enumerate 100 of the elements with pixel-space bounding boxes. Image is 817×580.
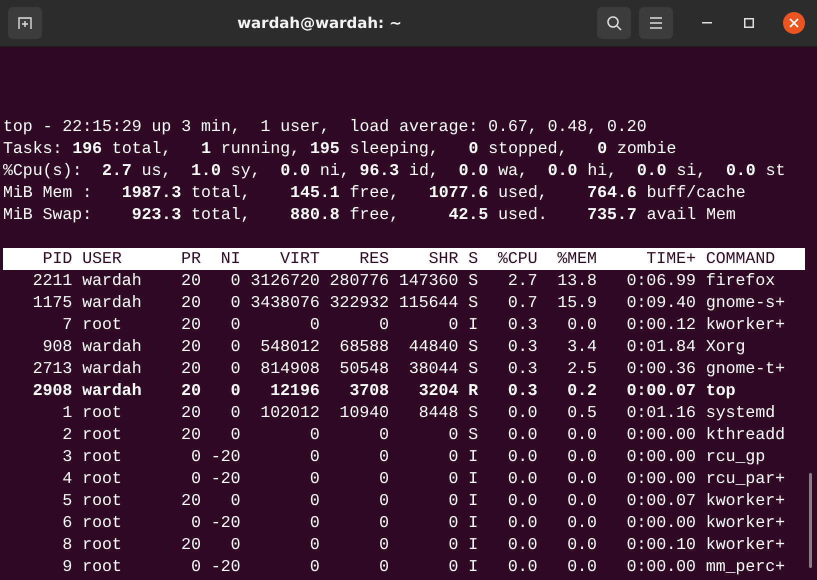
table-cell: 280776 <box>330 270 390 292</box>
table-cell-text: 0:09.40 <box>626 292 696 314</box>
column-header: VIRT <box>279 248 320 270</box>
table-cell-text: wardah <box>82 270 143 292</box>
table-cell-text: rcu_gp <box>706 446 766 468</box>
table-cell-text: 1 <box>61 402 72 424</box>
column-header: PID <box>42 248 72 270</box>
table-cell-text: 4 <box>61 468 72 490</box>
table-cell-text: 0.0 <box>506 468 538 490</box>
table-cell-text: 0 <box>308 468 320 490</box>
table-cell-text: 0 <box>308 446 320 468</box>
table-cell-text: 20 <box>180 380 201 402</box>
table-cell-text: 0.0 <box>566 534 597 556</box>
table-cell-text: 0:00.07 <box>626 380 696 402</box>
table-cell-text: 548012 <box>259 336 320 358</box>
table-cell: I <box>468 534 478 556</box>
table-cell-text: kworker+ <box>706 534 786 556</box>
table-cell: I <box>468 556 478 578</box>
minimize-icon <box>702 22 712 24</box>
table-cell-text: 0:00.12 <box>626 314 696 336</box>
table-cell-text: 0.0 <box>566 446 597 468</box>
table-cell-text: 0 <box>447 534 458 556</box>
table-cell: -20 <box>210 446 241 468</box>
table-cell: R <box>468 380 478 402</box>
table-cell-text: 908 <box>42 336 72 358</box>
column-header: NI <box>220 248 241 270</box>
table-cell-text: 2 <box>61 424 72 446</box>
table-cell-text: 0.3 <box>506 336 538 358</box>
table-cell-text: 0:01.16 <box>626 402 696 424</box>
table-cell-text: 0.7 <box>506 292 538 314</box>
table-cell-text: 0 <box>378 556 390 578</box>
table-cell-text: kworker+ <box>706 490 786 512</box>
table-cell-text: 0.0 <box>566 424 597 446</box>
table-cell-text: 2908 <box>32 380 72 402</box>
table-cell-text: 5 <box>61 490 72 512</box>
search-button[interactable] <box>597 7 631 39</box>
table-cell-text: 8448 <box>418 402 458 424</box>
table-cell-text: systemd <box>706 402 776 424</box>
table-cell: 147360 <box>398 270 458 292</box>
table-cell-text: 0 <box>447 314 458 336</box>
table-cell-text: 0.0 <box>506 446 538 468</box>
table-cell-text: root <box>82 314 123 336</box>
table-cell: I <box>468 512 478 534</box>
table-cell-text: 0 <box>447 512 458 534</box>
table-cell-text: 0.0 <box>566 512 597 534</box>
table-cell-text: mm_perc+ <box>706 556 786 578</box>
table-cell-text: 0.0 <box>566 468 597 490</box>
table-cell-text: 0.2 <box>566 380 597 402</box>
table-cell-text: 0 <box>308 490 320 512</box>
table-cell-text: 0 <box>378 314 390 336</box>
table-cell-text: 0 <box>378 446 390 468</box>
table-cell-text: 20 <box>180 270 201 292</box>
table-cell-text: 0:01.84 <box>626 336 696 358</box>
table-cell-text: 20 <box>180 402 201 424</box>
table-cell-text: 44840 <box>408 336 458 358</box>
table-cell-text: 0.0 <box>506 534 538 556</box>
table-cell-text: 0 <box>308 512 320 534</box>
table-cell-text: 20 <box>180 336 201 358</box>
table-cell-text: 102012 <box>259 402 320 424</box>
new-tab-button[interactable] <box>8 7 42 39</box>
table-cell-text: 0 <box>378 534 390 556</box>
table-cell: S <box>468 424 478 446</box>
table-cell-text: 0 <box>230 402 241 424</box>
table-cell-text: 0.3 <box>506 314 538 336</box>
table-cell-text: wardah <box>82 358 143 380</box>
table-cell-text: 0:00.36 <box>626 358 696 380</box>
table-cell: S <box>468 336 478 358</box>
menu-button[interactable] <box>639 7 673 39</box>
table-cell-text: 0:00.00 <box>626 446 696 468</box>
summary-line: top - 22:15:29 up 3 min, 1 user, load average: 0.67, 0.48, 0.20 <box>3 116 648 138</box>
table-cell-text: 0:06.99 <box>626 270 696 292</box>
table-cell-text: 0 <box>230 314 241 336</box>
summary-line: MiB Swap: 923.3 total, 880.8 free, 42.5 used. 735.7 avail Mem <box>3 204 737 226</box>
table-cell-text: 0 <box>308 424 320 446</box>
summary-line: MiB Mem : 1987.3 total, 145.1 free, 1077.6 used, 764.6 buff/cache <box>3 182 747 204</box>
table-cell-text: 2.5 <box>566 358 597 380</box>
table-cell-text: 20 <box>180 292 201 314</box>
table-cell-text: 814908 <box>259 358 320 380</box>
table-cell-text: 9 <box>61 556 72 578</box>
table-cell-text: wardah <box>82 336 143 358</box>
table-cell-text: 20 <box>180 314 201 336</box>
table-cell-text: 0 <box>230 424 241 446</box>
table-cell-text: root <box>82 468 123 490</box>
table-cell-text: 0 <box>447 446 458 468</box>
table-cell-text: 38044 <box>408 358 458 380</box>
table-cell: -20 <box>210 512 241 534</box>
window-title: wardah@wardah: ~ <box>236 14 403 32</box>
scrollbar[interactable] <box>809 473 812 568</box>
close-button[interactable] <box>783 12 805 34</box>
table-cell-text: 0 <box>308 534 320 556</box>
table-cell-text: 0 <box>308 556 320 578</box>
table-cell-text: kworker+ <box>706 314 786 336</box>
table-cell-text: gnome-s+ <box>706 292 786 314</box>
table-cell-text: 0:00.00 <box>626 468 696 490</box>
table-cell-text: 0:00.00 <box>626 424 696 446</box>
table-cell-text: root <box>82 446 123 468</box>
table-cell-text: 0 <box>378 490 390 512</box>
close-icon <box>789 18 799 28</box>
table-cell-text: 0 <box>378 424 390 446</box>
table-cell-text: root <box>82 490 123 512</box>
